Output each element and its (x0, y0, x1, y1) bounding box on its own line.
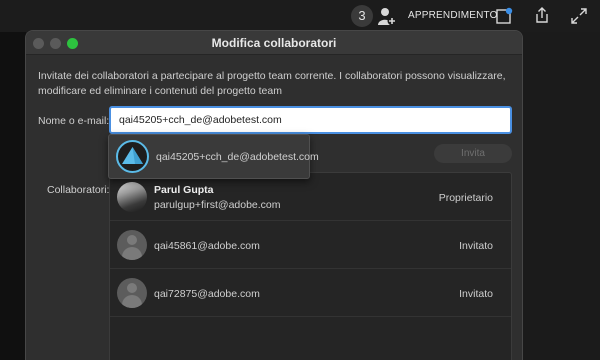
dialog-title: Modifica collaboratori (211, 36, 337, 50)
learn-button[interactable]: APPRENDIMENTO (408, 10, 498, 21)
collaborator-email: qai45861@adobe.com (154, 240, 260, 252)
collaborator-row[interactable]: qai45861@adobe.com Invitato (110, 221, 511, 269)
collaborator-role: Invitato (459, 240, 493, 252)
default-avatar-icon (117, 278, 147, 308)
fullscreen-icon[interactable] (570, 7, 588, 25)
creative-cloud-avatar-icon (116, 140, 149, 173)
avatar (117, 182, 147, 212)
background-canvas-strip (0, 32, 26, 360)
notification-count-badge[interactable]: 3 (351, 5, 373, 27)
autocomplete-suggestion: qai45205+cch_de@adobetest.com (156, 151, 319, 163)
add-person-icon[interactable] (377, 6, 397, 26)
name-email-label: Nome o e-mail: (38, 115, 110, 127)
default-avatar-icon (117, 230, 147, 260)
collaborator-email: qai72875@adobe.com (154, 288, 260, 300)
email-input[interactable] (109, 106, 512, 134)
collaborator-role: Invitato (459, 288, 493, 300)
edit-collaborators-dialog: Modifica collaboratori Invitate dei coll… (25, 30, 523, 360)
collaborators-label: Collaboratori: (47, 184, 110, 196)
collaborators-list[interactable]: Parul Gupta parulgup+first@adobe.com Pro… (109, 172, 512, 360)
collaborator-row[interactable]: qai72875@adobe.com Invitato (110, 269, 511, 317)
collaborator-email: parulgup+first@adobe.com (154, 199, 281, 211)
collaborator-row[interactable]: Parul Gupta parulgup+first@adobe.com Pro… (110, 173, 511, 221)
share-icon[interactable] (533, 6, 551, 24)
panel-notification-icon[interactable] (495, 7, 513, 25)
app-top-bar: 3 APPRENDIMENTO (0, 0, 600, 32)
invite-button[interactable]: Invita (434, 144, 512, 163)
collaborator-name: Parul Gupta (154, 184, 214, 196)
collaborator-role: Proprietario (438, 192, 493, 204)
dialog-description: Invitate dei collaboratori a partecipare… (38, 70, 506, 97)
dialog-titlebar: Modifica collaboratori (26, 31, 522, 55)
email-autocomplete-dropdown[interactable]: qai45205+cch_de@adobetest.com (108, 134, 319, 179)
